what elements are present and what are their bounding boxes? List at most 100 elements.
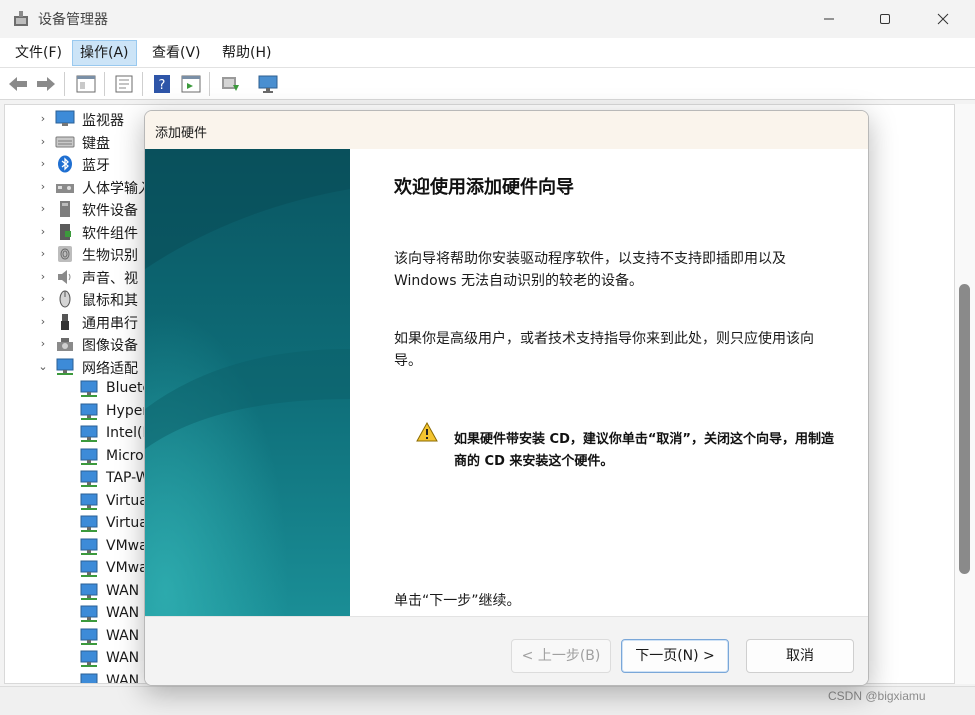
tree-item-label: 蓝牙	[82, 158, 110, 174]
add-hardware-dialog: 添加硬件 欢迎使用添加硬件向导 该向导将帮助你安装驱动程序软件，以支持不支持即插…	[144, 110, 869, 686]
monitor-icon	[258, 75, 278, 93]
tree-item-label: 监视器	[82, 113, 124, 129]
window-title: 设备管理器	[38, 12, 108, 28]
close-button[interactable]	[920, 0, 966, 38]
chevron-right-icon[interactable]: ›	[37, 336, 49, 352]
monitor-icon	[55, 110, 75, 126]
next-button[interactable]: 下一页(N) >	[621, 639, 729, 673]
properties-icon	[76, 75, 96, 93]
chevron-right-icon[interactable]: ›	[37, 291, 49, 307]
tree-item-label: VMwa	[106, 560, 148, 576]
scrollbar-thumb[interactable]	[959, 284, 970, 574]
maximize-icon	[880, 14, 890, 24]
network-adapter-icon	[80, 380, 98, 397]
title-bar: 设备管理器	[0, 0, 975, 38]
fingerprint-icon	[58, 246, 72, 262]
tree-item-label: 网络适配	[82, 361, 138, 377]
toolbar-separator	[142, 72, 143, 96]
toolbar-separator	[209, 72, 210, 96]
mouse-icon	[59, 290, 71, 308]
show-hidden-button[interactable]	[179, 72, 203, 96]
wizard-content: 欢迎使用添加硬件向导 该向导将帮助你安装驱动程序软件，以支持不支持即插即用以及 …	[350, 149, 868, 616]
update-driver-button[interactable]	[218, 72, 242, 96]
tree-item-label: Virtua	[106, 493, 148, 509]
chevron-right-icon[interactable]: ›	[37, 134, 49, 150]
software-device-icon	[60, 201, 70, 217]
network-adapter-icon	[80, 583, 98, 600]
network-adapter-icon	[80, 425, 98, 442]
menu-view[interactable]: 查看(V)	[145, 40, 208, 66]
scan-hardware-button[interactable]	[256, 72, 280, 96]
back-button[interactable]	[6, 72, 30, 96]
tree-item-label: 人体学输入	[82, 181, 152, 197]
tree-item-label: 软件组件	[82, 226, 138, 242]
cancel-button[interactable]: 取消	[746, 639, 854, 673]
warning-text: 如果硬件带安装 CD，建议你单击“取消”，关闭这个向导，用制造商的 CD 来安装…	[454, 432, 834, 469]
svg-text:?: ?	[159, 78, 166, 93]
menu-help[interactable]: 帮助(H)	[215, 40, 278, 66]
vertical-scrollbar[interactable]	[955, 104, 975, 684]
network-adapter-icon	[80, 470, 98, 487]
network-adapter-icon	[56, 358, 74, 375]
network-adapter-icon	[80, 538, 98, 555]
watermark: CSDN @bigxiamu	[828, 689, 926, 703]
tree-item-label: WAN	[106, 628, 140, 644]
menu-bar: 文件(F) 操作(A) 查看(V) 帮助(H)	[0, 38, 975, 68]
tree-item-label: Virtua	[106, 515, 148, 531]
tree-item-label: 声音、视	[82, 271, 138, 287]
network-adapter-icon	[80, 515, 98, 532]
chevron-right-icon[interactable]: ›	[37, 156, 49, 172]
tree-item-label: 键盘	[82, 136, 110, 152]
wizard-intro-text: 该向导将帮助你安装驱动程序软件，以支持不支持即插即用以及 Windows 无法自…	[394, 251, 786, 289]
network-adapter-icon	[80, 628, 98, 645]
chevron-right-icon[interactable]: ›	[37, 269, 49, 285]
forward-button[interactable]	[34, 72, 58, 96]
maximize-button[interactable]	[862, 0, 908, 38]
chevron-down-icon[interactable]: ⌄	[37, 359, 49, 375]
chevron-right-icon[interactable]: ›	[37, 246, 49, 262]
tree-item-label: WAN	[106, 650, 140, 666]
tree-item-label: 生物识别	[82, 248, 138, 264]
help-icon: ?	[154, 75, 170, 93]
chevron-right-icon[interactable]: ›	[37, 224, 49, 240]
dialog-title-bar: 添加硬件	[145, 111, 868, 149]
speaker-icon	[58, 270, 71, 284]
show-hidden-icon	[181, 75, 201, 93]
back-button[interactable]: < 上一步(B)	[511, 639, 611, 673]
minimize-button[interactable]	[806, 0, 852, 38]
scan-icon	[115, 75, 133, 93]
tree-item-label: WAN	[106, 673, 140, 684]
properties-view-button[interactable]	[74, 72, 98, 96]
tree-item-label: 软件设备	[82, 203, 138, 219]
network-adapter-icon	[80, 493, 98, 510]
network-adapter-icon	[80, 560, 98, 577]
menu-action[interactable]: 操作(A)	[72, 40, 137, 66]
wizard-banner-graphic	[145, 149, 350, 616]
toolbar: ?	[0, 68, 975, 100]
network-adapter-icon	[80, 448, 98, 465]
warning-icon	[416, 422, 438, 442]
help-button[interactable]: ?	[150, 72, 174, 96]
toolbar-separator	[104, 72, 105, 96]
bluetooth-icon	[58, 155, 72, 173]
minimize-icon	[824, 18, 834, 20]
tree-item-label: WAN	[106, 605, 140, 621]
chevron-right-icon[interactable]: ›	[37, 179, 49, 195]
menu-file[interactable]: 文件(F)	[8, 40, 69, 66]
toolbar-separator	[64, 72, 65, 96]
tree-item-label: 图像设备	[82, 338, 138, 354]
network-adapter-icon	[80, 605, 98, 622]
tree-item-label: WAN	[106, 583, 140, 599]
hid-icon	[56, 184, 74, 193]
chevron-right-icon[interactable]: ›	[37, 201, 49, 217]
wizard-advanced-user-text: 如果你是高级用户，或者技术支持指导你来到此处，则只应使用该向导。	[394, 331, 814, 369]
usb-icon	[61, 314, 69, 330]
continue-hint: 单击“下一步”继续。	[394, 593, 521, 609]
chevron-right-icon[interactable]: ›	[37, 314, 49, 330]
tree-item-label: 鼠标和其	[82, 293, 138, 309]
camera-icon	[57, 338, 73, 351]
software-component-icon	[60, 224, 71, 240]
scan-button[interactable]	[112, 72, 136, 96]
chevron-right-icon[interactable]: ›	[37, 111, 49, 127]
dialog-footer: < 上一步(B) 下一页(N) > 取消	[145, 616, 868, 685]
